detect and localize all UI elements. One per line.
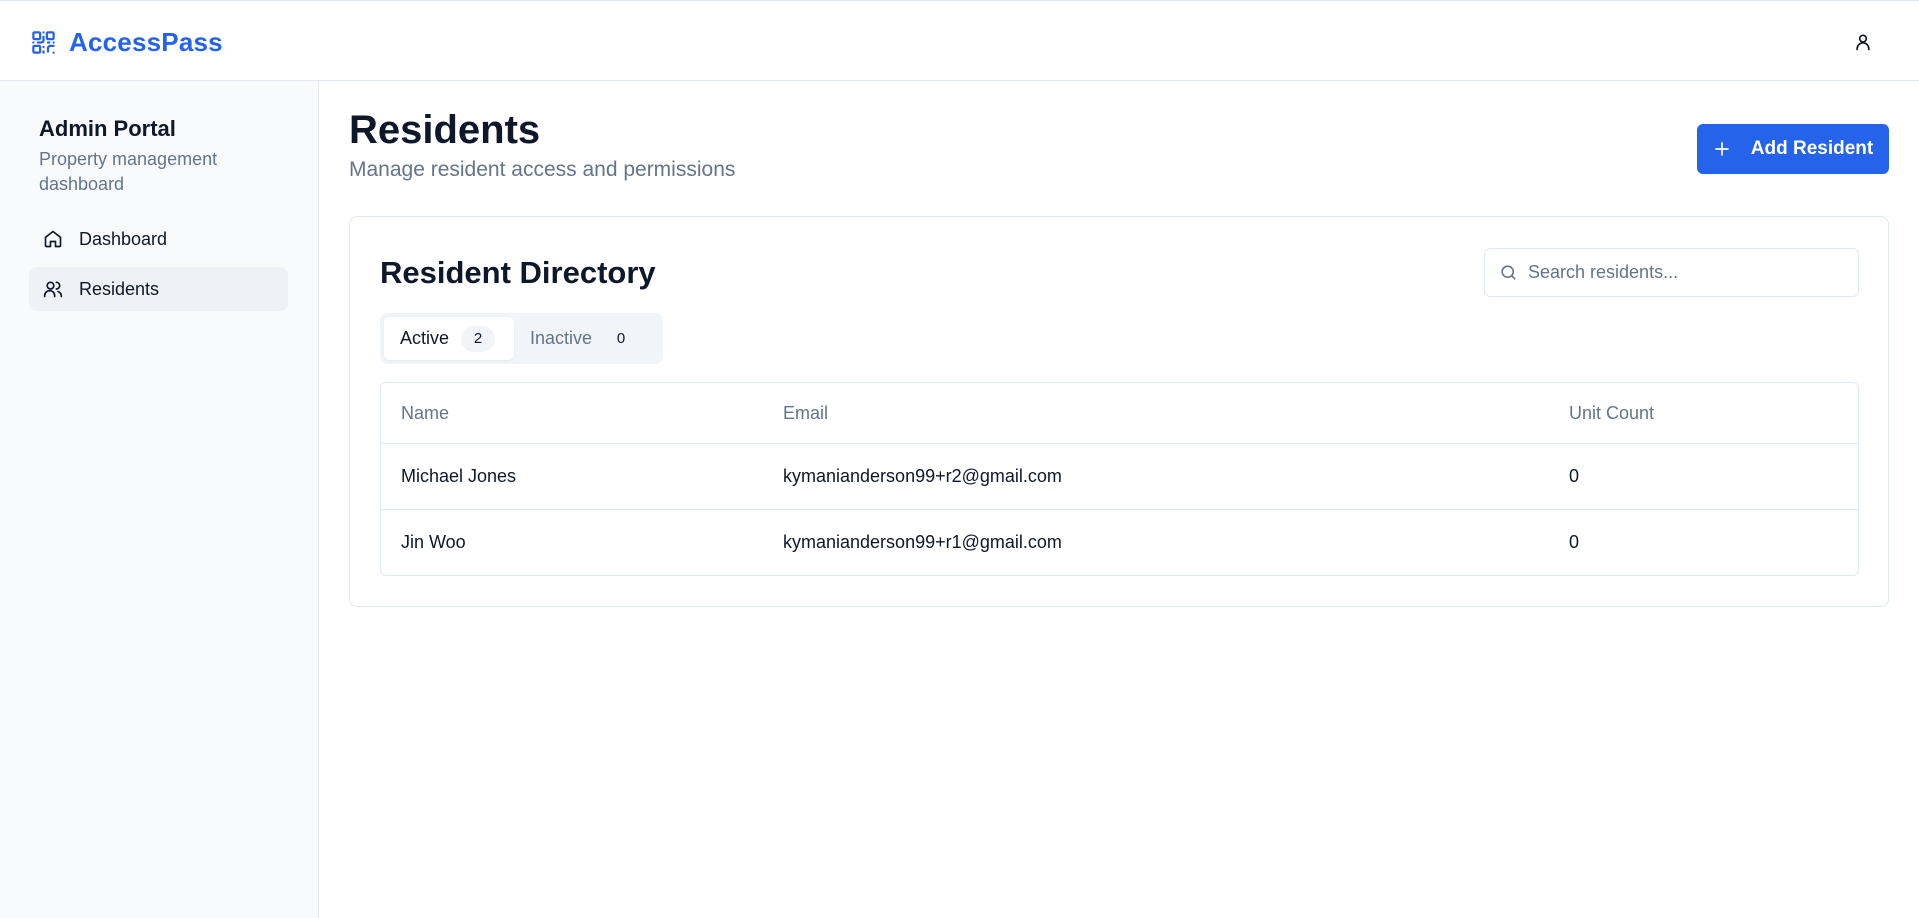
search-box[interactable]	[1484, 248, 1859, 297]
page-subtitle: Manage resident access and permissions	[349, 158, 736, 181]
qr-code-icon	[32, 30, 55, 54]
user-menu-button[interactable]	[1848, 27, 1878, 57]
user-icon	[1856, 34, 1870, 51]
brand-link[interactable]: AccessPass	[30, 27, 223, 57]
resident-email: kymanianderson99+r2@gmail.com	[783, 466, 1062, 486]
table-row[interactable]: Jin Woo kymanianderson99+r1@gmail.com 0	[381, 510, 1858, 575]
column-header-name[interactable]: Name	[401, 403, 449, 424]
users-icon	[43, 281, 63, 298]
status-tabs: Active 2 Inactive 0	[380, 313, 663, 364]
resident-directory-card: Resident Directory Active 2 Inactive 0 N…	[349, 216, 1889, 607]
home-icon	[44, 230, 62, 248]
residents-table: Name Email Unit Count Michael Jones kyma…	[380, 382, 1859, 576]
resident-name: Michael Jones	[401, 466, 517, 486]
sidebar-item-residents[interactable]: Residents	[29, 267, 288, 311]
count-badge: 2	[461, 325, 496, 352]
resident-email: kymanianderson99+r1@gmail.com	[783, 532, 1062, 552]
add-resident-button[interactable]: Add Resident	[1697, 124, 1889, 174]
search-icon	[1501, 265, 1516, 280]
tab-label: Active	[400, 328, 450, 348]
column-header-email[interactable]: Email	[783, 403, 828, 424]
sidebar-title: Admin Portal	[39, 116, 176, 141]
tab-active[interactable]: Active 2	[384, 317, 514, 360]
add-resident-label: Add Resident	[1750, 138, 1874, 159]
top-bar: AccessPass	[0, 0, 1919, 81]
resident-unit-count: 0	[1569, 466, 1580, 486]
directory-title: Resident Directory	[380, 255, 656, 290]
resident-unit-count: 0	[1569, 532, 1580, 552]
sidebar-subtitle: Property management dashboard	[39, 149, 218, 194]
count-badge: 0	[616, 330, 626, 347]
plus-icon	[1714, 142, 1729, 156]
resident-name: Jin Woo	[401, 532, 466, 552]
page-title: Residents	[349, 108, 541, 152]
search-input[interactable]	[1528, 262, 1848, 283]
table-header: Name Email Unit Count	[381, 383, 1858, 444]
sidebar-item-label: Residents	[79, 278, 160, 299]
tab-label: Inactive	[530, 328, 593, 348]
tab-inactive[interactable]: Inactive 0	[514, 317, 659, 360]
sidebar-item-dashboard[interactable]: Dashboard	[29, 217, 288, 261]
sidebar-item-label: Dashboard	[79, 228, 168, 249]
table-row[interactable]: Michael Jones kymanianderson99+r2@gmail.…	[381, 444, 1858, 510]
app-name: AccessPass	[69, 26, 223, 57]
column-header-unit-count[interactable]: Unit Count	[1569, 403, 1654, 424]
sidebar: Admin Portal Property management dashboa…	[0, 81, 319, 918]
